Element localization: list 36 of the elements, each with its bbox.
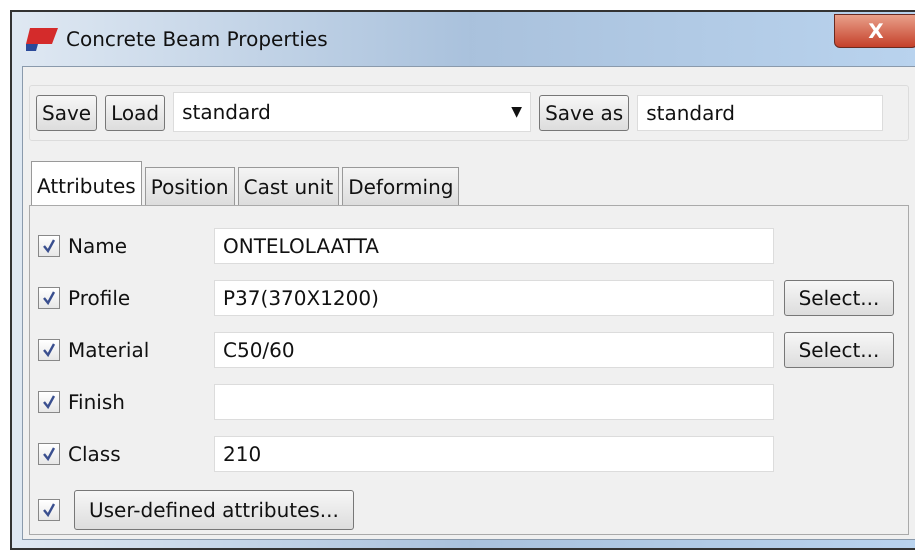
select-button[interactable]: Select... — [784, 332, 894, 368]
save-as-button[interactable]: Save as — [539, 95, 630, 131]
field-label: Material — [68, 337, 150, 364]
checkbox[interactable] — [38, 391, 60, 413]
check-icon — [41, 238, 57, 254]
text-field[interactable]: ONTELOLAATTA — [214, 228, 774, 264]
app-icon — [24, 26, 58, 52]
check-icon — [41, 290, 57, 306]
checkbox[interactable] — [38, 235, 60, 257]
field-label: Profile — [68, 285, 132, 312]
check-icon — [41, 502, 57, 518]
preset-dropdown[interactable]: standard ▼ — [173, 92, 532, 132]
checkbox[interactable] — [38, 443, 60, 465]
check-icon — [41, 446, 57, 462]
field-label: Class — [68, 441, 122, 468]
window-title: Concrete Beam Properties — [66, 26, 328, 53]
check-icon — [41, 394, 57, 410]
tab[interactable]: Cast unit — [238, 167, 340, 205]
load-button[interactable]: Load — [105, 95, 166, 131]
checkbox[interactable] — [38, 339, 60, 361]
tab[interactable]: Position — [144, 167, 235, 205]
save-button[interactable]: Save — [36, 95, 98, 131]
tab[interactable]: Deforming — [342, 167, 460, 205]
text-field[interactable]: C50/60 — [214, 332, 774, 368]
field-label: Name — [68, 233, 128, 260]
text-field[interactable]: P37(370X1200) — [214, 280, 774, 316]
user-defined-attributes-button[interactable]: User-defined attributes... — [74, 490, 354, 530]
tab[interactable]: Attributes — [31, 161, 142, 205]
text-field[interactable] — [214, 384, 774, 420]
checkbox[interactable] — [38, 499, 60, 521]
text-field[interactable]: 210 — [214, 436, 774, 472]
save-as-field[interactable]: standard — [637, 95, 884, 131]
check-icon — [41, 342, 57, 358]
checkbox[interactable] — [38, 287, 60, 309]
field-label: Finish — [68, 389, 126, 416]
select-button[interactable]: Select... — [784, 280, 894, 316]
